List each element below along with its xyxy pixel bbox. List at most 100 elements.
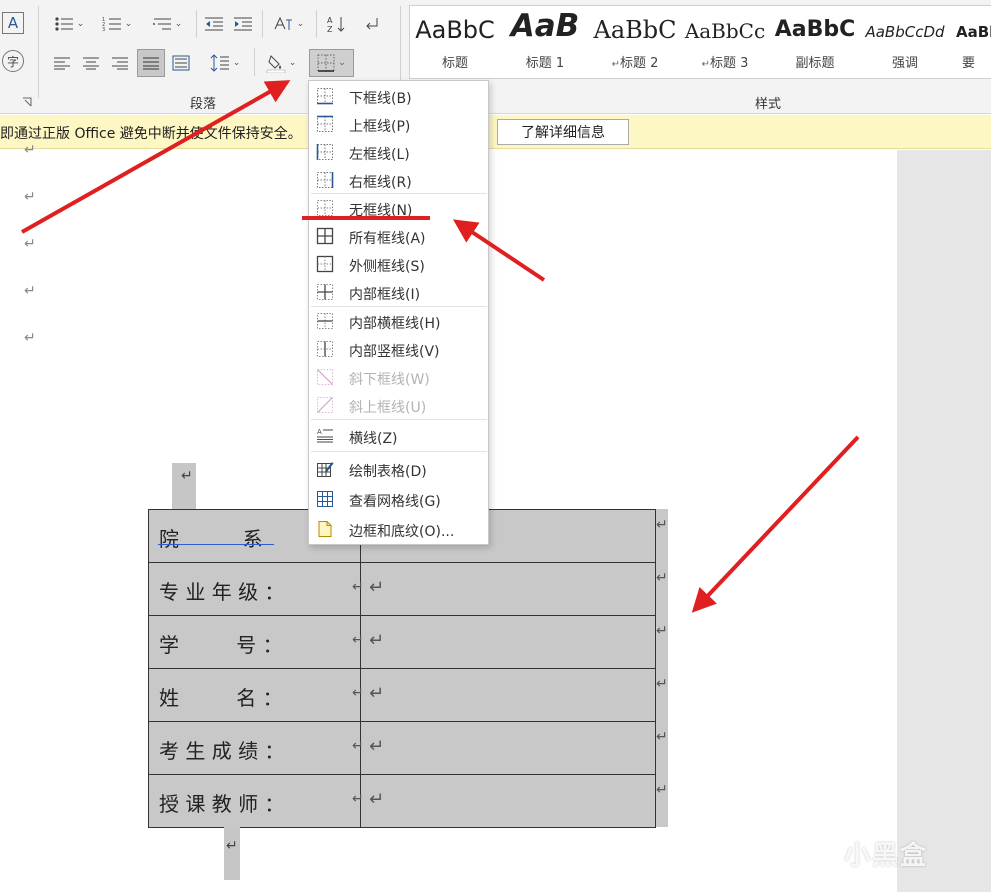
borders-and-shading-icon — [318, 521, 332, 537]
style-heading-3[interactable]: AaBbCc ↵标题 3 — [680, 6, 770, 78]
paragraph-mark: ↵ — [24, 142, 36, 158]
bullets-icon — [55, 17, 73, 31]
menu-item-top-border[interactable]: 上框线(P) — [310, 111, 487, 137]
inside-horizontal-border-icon — [317, 313, 333, 329]
table-cell-value[interactable]: ↵ — [360, 774, 656, 828]
style-title[interactable]: AaBbC 标题 — [410, 6, 500, 78]
row-end-mark: ↵ — [656, 570, 668, 586]
table-cell-label[interactable]: 授 课 教 师 ： ↵ — [148, 774, 364, 828]
styles-gallery: AaBbC 标题 AaB 标题 1 AaBbC ↵标题 2 AaBbCc ↵标题… — [409, 5, 991, 79]
table-cell-value[interactable]: ↵ — [360, 615, 656, 669]
align-center-icon — [83, 57, 99, 70]
decrease-indent-icon — [205, 17, 223, 31]
bottom-border-icon — [317, 88, 333, 105]
style-name: ↵标题 3 — [701, 56, 749, 71]
paint-bucket-icon — [266, 55, 285, 73]
menu-item-left-border[interactable]: 左框线(L) — [310, 139, 487, 165]
align-center-button[interactable] — [79, 51, 103, 75]
row-label-grade: 专 业 年 级 ： — [159, 580, 285, 604]
row-label-student-id: 学 号 ： — [159, 633, 283, 657]
draw-table-icon — [317, 462, 334, 477]
menu-item-outside-borders[interactable]: 外侧框线(S) — [310, 251, 487, 277]
menu-item-bottom-border[interactable]: 下框线(B) — [310, 83, 487, 109]
style-sample: AaBbC — [774, 17, 856, 42]
diagonal-down-border-icon — [317, 369, 333, 385]
paragraph-group-label: 段落 — [190, 97, 217, 112]
menu-item-borders-and-shading[interactable]: 边框和底纹(O)... — [310, 516, 487, 542]
table-cell-label[interactable]: 学 号 ： ↵ — [148, 615, 364, 669]
style-more[interactable]: AaBl 要 — [950, 6, 991, 78]
justify-button[interactable] — [137, 49, 165, 77]
row-label-teacher: 授 课 教 师 ： — [159, 792, 285, 816]
ribbon: A 字 ⌄ 1 2 3 ⌄ ⌄ ⌄ AZ ⌄ ⌄ ⌄ 段落 AaBbC 标题 A… — [0, 0, 991, 114]
svg-text:A: A — [317, 428, 322, 436]
sort-button[interactable]: AZ — [324, 12, 348, 36]
enclose-characters-button[interactable]: 字 — [2, 50, 24, 72]
menu-item-label: 内部框线(I) — [349, 287, 421, 303]
menu-item-inside-horizontal-border[interactable]: 内部横框线(H) — [310, 308, 487, 334]
table-cell-value[interactable]: ↵ — [360, 562, 656, 616]
menu-item-inside-borders[interactable]: 内部框线(I) — [310, 279, 487, 305]
table-end-of-row-column: ↵ ↵ ↵ ↵ ↵ ↵ — [656, 509, 668, 827]
character-border-button[interactable]: A — [2, 12, 24, 34]
style-heading-2[interactable]: AaBbC ↵标题 2 — [590, 6, 680, 78]
row-end-mark: ↵ — [656, 517, 668, 533]
numbering-button[interactable]: 1 2 3 ⌄ — [96, 12, 138, 36]
style-subtitle[interactable]: AaBbC 副标题 — [770, 6, 860, 78]
style-sample: AaBl — [956, 23, 991, 41]
menu-item-horizontal-line[interactable]: A 横线(Z) — [310, 423, 487, 449]
menu-item-label: 下框线(B) — [349, 91, 412, 107]
table-cell-label[interactable]: 考 生 成 绩 ： ↵ — [148, 721, 364, 775]
bullets-button[interactable]: ⌄ — [48, 12, 90, 36]
menu-item-label: 内部横框线(H) — [349, 316, 441, 332]
menu-item-label: 斜上框线(U) — [349, 400, 427, 416]
table-cell-value[interactable]: ↵ — [360, 668, 656, 722]
message-bar-text: 即通过正版 Office 避免中断并使文件保持安全。 — [0, 126, 302, 142]
info-table[interactable]: 院 系 专 业 年 级 ： ↵ ↵ 学 号 ： ↵ ↵ 姓 名 ： ↵ ↵ 考 … — [148, 509, 656, 828]
menu-item-all-borders[interactable]: 所有框线(A) — [310, 223, 487, 249]
paragraph-mark: ↵ — [24, 283, 36, 299]
decrease-indent-button[interactable] — [202, 12, 226, 36]
table-cell-label[interactable]: 姓 名 ： ↵ — [148, 668, 364, 722]
gridlines-icon — [317, 491, 333, 507]
increase-indent-button[interactable] — [231, 12, 255, 36]
multilevel-list-button[interactable]: ⌄ — [146, 12, 188, 36]
no-border-icon — [317, 200, 333, 216]
style-name: ↵标题 2 — [611, 56, 659, 71]
label-underline — [158, 544, 274, 545]
cell-mark: ↵ — [369, 577, 385, 598]
table-cell-value[interactable]: ↵ — [360, 721, 656, 775]
menu-item-label: 绘制表格(D) — [349, 464, 427, 480]
style-name: 标题 — [441, 56, 468, 71]
chinese-layout-button[interactable]: ⌄ — [268, 12, 308, 36]
shading-button[interactable]: ⌄ — [260, 51, 302, 75]
menu-item-draw-table[interactable]: 绘制表格(D) — [310, 456, 487, 482]
cell-mark: ↵ — [369, 683, 385, 704]
show-marks-button[interactable] — [360, 12, 384, 36]
watermark-logo: 小黑盒 — [844, 841, 929, 871]
style-heading-1[interactable]: AaB 标题 1 — [500, 6, 590, 78]
font-dialog-launcher-icon[interactable] — [20, 95, 34, 109]
table-cell-label[interactable]: 专 业 年 级 ： ↵ — [148, 562, 364, 616]
document-background — [897, 150, 991, 892]
menu-item-inside-vertical-border[interactable]: 内部竖框线(V) — [310, 336, 487, 362]
style-emphasis[interactable]: AaBbCcDd 强调 — [860, 6, 950, 78]
align-right-button[interactable] — [108, 51, 132, 75]
right-border-icon — [317, 172, 334, 188]
borders-button[interactable]: ⌄ — [309, 49, 354, 77]
menu-item-label: 无框线(N) — [349, 203, 413, 219]
learn-more-button[interactable]: 了解详细信息 — [497, 119, 629, 145]
paragraph-mark: ↵ — [24, 236, 36, 252]
row-label-department: 院 系 — [159, 527, 263, 551]
row-end-mark: ↵ — [656, 676, 668, 692]
diagonal-up-border-icon — [317, 397, 333, 413]
menu-item-no-border[interactable]: 无框线(N) — [310, 195, 487, 221]
line-spacing-button[interactable]: ⌄ — [204, 51, 246, 75]
menu-item-view-gridlines[interactable]: 查看网格线(G) — [310, 486, 487, 512]
align-left-icon — [54, 57, 70, 70]
menu-item-right-border[interactable]: 右框线(R) — [310, 167, 487, 193]
paragraph-mark-icon — [366, 18, 378, 30]
menu-separator — [311, 306, 487, 307]
distributed-button[interactable] — [169, 51, 193, 75]
align-left-button[interactable] — [50, 51, 74, 75]
